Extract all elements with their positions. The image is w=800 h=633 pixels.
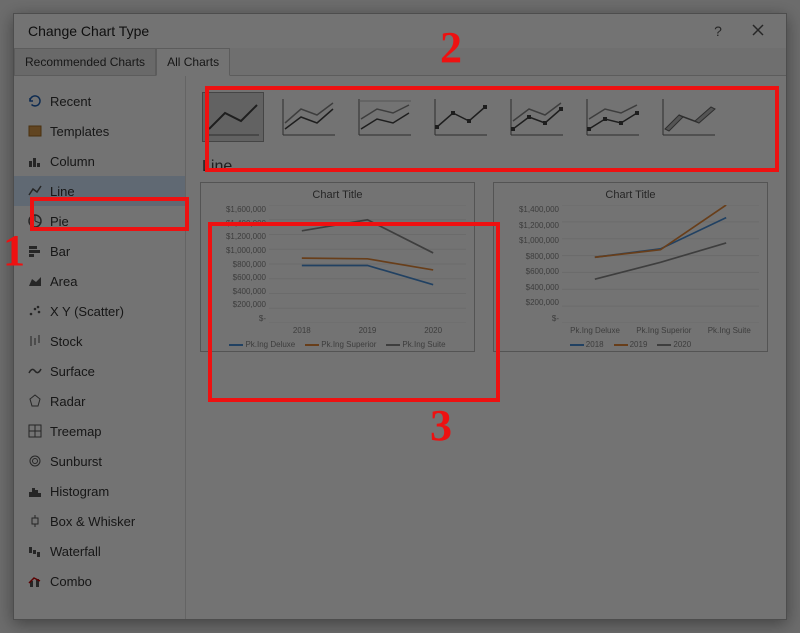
- radar-icon: [24, 393, 46, 409]
- legend: Pk.Ing DeluxePk.Ing SuperiorPk.Ing Suite: [201, 340, 474, 349]
- sidebar-item-combo[interactable]: Combo: [14, 566, 185, 596]
- sidebar-item-box-whisker[interactable]: Box & Whisker: [14, 506, 185, 536]
- line-subtype-3-icon: [431, 95, 491, 139]
- sidebar-item-label: Bar: [50, 244, 70, 259]
- line-subtype-0-icon: [203, 95, 263, 139]
- titlebar: Change Chart Type ?: [14, 14, 786, 48]
- tab-all-charts[interactable]: All Charts: [156, 48, 230, 76]
- x-axis: Pk.Ing DeluxePk.Ing SuperiorPk.Ing Suite: [562, 326, 759, 335]
- histogram-icon: [24, 483, 46, 499]
- line-subtype-6-icon: [659, 95, 719, 139]
- close-button[interactable]: [738, 23, 778, 39]
- sidebar-item-column[interactable]: Column: [14, 146, 185, 176]
- sidebar-item-label: Recent: [50, 94, 91, 109]
- line-subtype-1[interactable]: [278, 92, 340, 142]
- column-icon: [24, 153, 46, 169]
- sidebar-item-line[interactable]: Line: [14, 176, 185, 206]
- sidebar-item-label: Histogram: [50, 484, 109, 499]
- y-axis: $1,400,000$1,200,000$1,000,000$800,000$6…: [504, 205, 559, 323]
- x-y-scatter--icon: [24, 303, 46, 319]
- treemap-icon: [24, 423, 46, 439]
- sidebar-item-stock[interactable]: Stock: [14, 326, 185, 356]
- sidebar-item-templates[interactable]: Templates: [14, 116, 185, 146]
- recent-icon: [24, 93, 46, 109]
- close-icon: [752, 24, 764, 36]
- line-subtype-5[interactable]: [582, 92, 644, 142]
- sidebar-item-label: Area: [50, 274, 77, 289]
- pie-icon: [24, 213, 46, 229]
- stock-icon: [24, 333, 46, 349]
- sidebar-item-label: Waterfall: [50, 544, 101, 559]
- chart-category-sidebar: Recent Templates Column Line Pie Bar Area X Y (…: [14, 76, 186, 619]
- sidebar-item-label: Radar: [50, 394, 85, 409]
- sidebar-item-label: X Y (Scatter): [50, 304, 124, 319]
- templates-icon: [24, 123, 46, 139]
- tab-recommended-charts[interactable]: Recommended Charts: [14, 48, 156, 75]
- line-icon: [24, 183, 46, 199]
- line-subtype-1-icon: [279, 95, 339, 139]
- sidebar-item-label: Stock: [50, 334, 83, 349]
- line-subtype-6[interactable]: [658, 92, 720, 142]
- sidebar-item-label: Pie: [50, 214, 69, 229]
- sidebar-item-waterfall[interactable]: Waterfall: [14, 536, 185, 566]
- x-axis: 201820192020: [269, 326, 466, 335]
- sidebar-item-label: Surface: [50, 364, 95, 379]
- sidebar-item-label: Sunburst: [50, 454, 102, 469]
- dialog-title: Change Chart Type: [28, 23, 698, 39]
- section-title: Line: [202, 158, 772, 176]
- chart-preview-0[interactable]: Chart Title $1,600,000$1,400,000$1,200,00…: [200, 182, 475, 352]
- help-button[interactable]: ?: [698, 23, 738, 39]
- sidebar-item-surface[interactable]: Surface: [14, 356, 185, 386]
- sidebar-item-label: Box & Whisker: [50, 514, 135, 529]
- line-subtype-4[interactable]: [506, 92, 568, 142]
- sidebar-item-sunburst[interactable]: Sunburst: [14, 446, 185, 476]
- sidebar-item-bar[interactable]: Bar: [14, 236, 185, 266]
- sidebar-item-label: Column: [50, 154, 95, 169]
- sidebar-item-recent[interactable]: Recent: [14, 86, 185, 116]
- y-axis: $1,600,000$1,400,000$1,200,000$1,000,000…: [211, 205, 266, 323]
- preview-row: Chart Title $1,600,000$1,400,000$1,200,00…: [200, 182, 772, 352]
- plot-area: [269, 205, 466, 323]
- bar-icon: [24, 243, 46, 259]
- line-subtype-row: [200, 86, 772, 148]
- sidebar-item-label: Line: [50, 184, 75, 199]
- sidebar-item-radar[interactable]: Radar: [14, 386, 185, 416]
- plot-area: [562, 205, 759, 323]
- line-subtype-3[interactable]: [430, 92, 492, 142]
- line-subtype-4-icon: [507, 95, 567, 139]
- sidebar-item-area[interactable]: Area: [14, 266, 185, 296]
- box-whisker-icon: [24, 513, 46, 529]
- waterfall-icon: [24, 543, 46, 559]
- sidebar-item-treemap[interactable]: Treemap: [14, 416, 185, 446]
- chart-main-panel: Line Chart Title $1,600,000$1,400,000$1,2…: [186, 76, 786, 619]
- change-chart-type-dialog: Change Chart Type ? Recommended Charts A…: [13, 13, 787, 620]
- sidebar-item-histogram[interactable]: Histogram: [14, 476, 185, 506]
- legend: 201820192020: [494, 340, 767, 349]
- line-subtype-2-icon: [355, 95, 415, 139]
- sidebar-item-label: Combo: [50, 574, 92, 589]
- line-subtype-0[interactable]: [202, 92, 264, 142]
- chart-preview-title: Chart Title: [502, 189, 759, 201]
- surface-icon: [24, 363, 46, 379]
- sidebar-item-label: Templates: [50, 124, 109, 139]
- chart-preview-title: Chart Title: [209, 189, 466, 201]
- area-icon: [24, 273, 46, 289]
- sunburst-icon: [24, 453, 46, 469]
- sidebar-item-x-y-scatter-[interactable]: X Y (Scatter): [14, 296, 185, 326]
- line-subtype-2[interactable]: [354, 92, 416, 142]
- sidebar-item-label: Treemap: [50, 424, 102, 439]
- tab-strip: Recommended Charts All Charts: [14, 48, 786, 76]
- chart-preview-1[interactable]: Chart Title $1,400,000$1,200,000$1,000,00…: [493, 182, 768, 352]
- line-subtype-5-icon: [583, 95, 643, 139]
- sidebar-item-pie[interactable]: Pie: [14, 206, 185, 236]
- combo-icon: [24, 573, 46, 589]
